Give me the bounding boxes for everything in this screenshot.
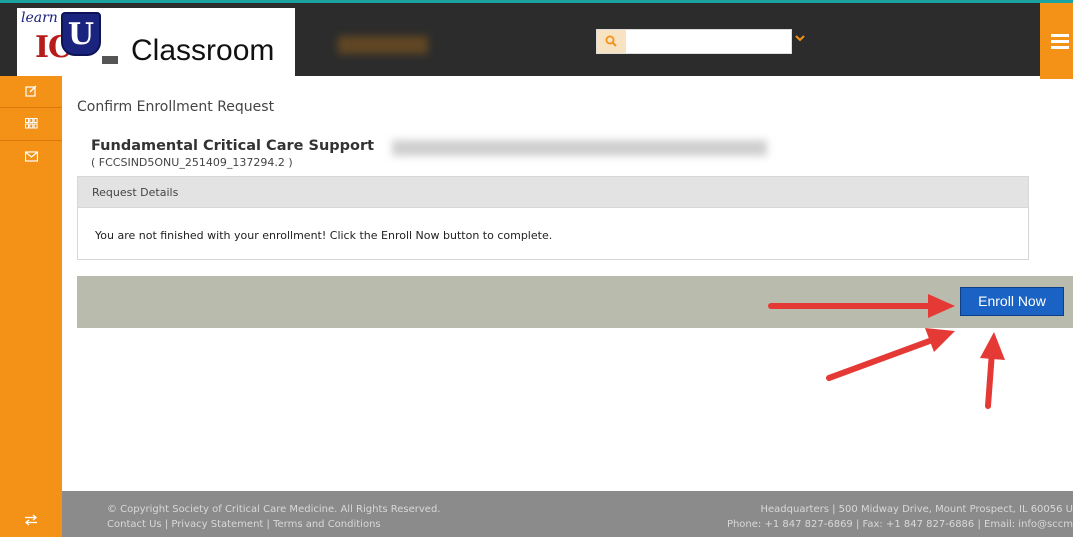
sidebar-toggle[interactable] [0,490,62,537]
sidebar-item-mail[interactable] [0,142,62,174]
logo-shield-icon: U [61,12,101,56]
search-input[interactable] [596,29,792,54]
annotation-arrows [768,294,1005,409]
search-scope-dropdown[interactable] [794,29,810,45]
logo-tag-icon [102,56,118,64]
top-bar: learn IC U Classroom [0,0,1073,79]
redacted-header-text [338,36,428,54]
edit-icon [25,85,37,97]
grid-icon [25,118,38,129]
enrollment-message: You are not finished with your enrollmen… [95,229,553,242]
footer-contact: Phone: +1 847 827-6869 | Fax: +1 847 827… [726,519,1073,530]
arrow-icon [980,332,1005,409]
sidebar-item-grid[interactable] [0,109,62,141]
course-title: Fundamental Critical Care Support [91,138,375,154]
request-details-heading: Request Details [92,186,179,199]
menu-icon [1051,34,1069,37]
logo-learn-text: learn [21,10,58,26]
search-button[interactable] [597,30,626,53]
course-code: ( FCCSIND5ONU_251409_137294.2 ) [91,156,293,169]
footer-copyright: © Copyright Society of Critical Care Med… [107,504,441,515]
chevron-down-icon [795,35,805,42]
mail-icon [25,151,38,162]
enroll-now-button[interactable]: Enroll Now [960,287,1064,316]
request-details-header: Request Details [78,177,1028,208]
search-icon [605,35,617,47]
action-bar [77,276,1073,328]
swap-icon [24,514,38,526]
footer-address: Headquarters | 500 Midway Drive, Mount P… [760,504,1073,515]
sidebar-item-edit[interactable] [0,76,62,108]
menu-button[interactable] [1040,3,1073,79]
menu-icon-bar [1051,40,1069,43]
menu-icon-bar [1051,46,1069,49]
footer: © Copyright Society of Critical Care Med… [62,491,1073,537]
arrow-icon [826,328,955,381]
app-root: learn IC U Classroom Confirm Enrollment … [0,0,1073,537]
logo-classroom-text: Classroom [131,34,275,67]
request-details-panel: Request Details You are not finished wit… [77,176,1029,260]
page-title: Confirm Enrollment Request [77,99,275,115]
learnicu-logo[interactable]: learn IC U Classroom [17,8,295,78]
left-sidebar [0,76,62,537]
footer-links[interactable]: Contact Us | Privacy Statement | Terms a… [107,519,381,530]
redacted-course-name [392,140,767,156]
